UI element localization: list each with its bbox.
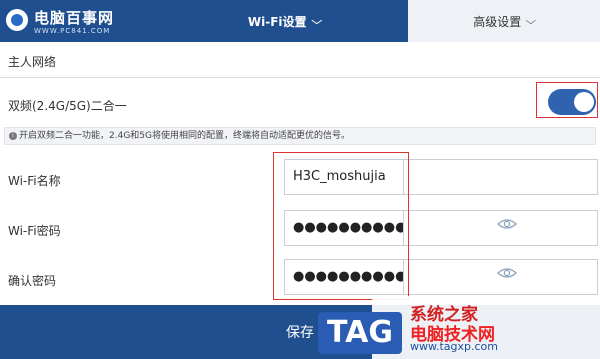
- logo-mark-icon: [6, 9, 28, 31]
- wifi-name-label: Wi-Fi名称: [8, 174, 61, 188]
- info-bar: i 开启双频二合一功能，2.4G和5G将使用相同的配置，终端将自动适配更优的信号…: [4, 127, 596, 145]
- logo-text: 电脑百事网: [34, 9, 115, 27]
- tab-advanced-settings[interactable]: 高级设置 ⌵: [408, 0, 600, 42]
- fields-highlight-frame: [273, 152, 409, 300]
- tab-advanced-settings-label: 高级设置: [473, 14, 522, 29]
- section-title: 主人网络: [8, 55, 57, 69]
- chevron-down-icon: ⌵: [311, 15, 322, 27]
- watermark-tag-logo: TAG: [318, 312, 402, 354]
- logo: 电脑百事网 WWW.PC841.COM: [0, 0, 160, 42]
- wifi-name-input-area[interactable]: [404, 159, 598, 195]
- info-text: 开启双频二合一功能，2.4G和5G将使用相同的配置，终端将自动适配更优的信号。: [19, 131, 350, 141]
- wifi-password-label: Wi-Fi密码: [8, 224, 61, 238]
- save-button-label: 保存: [286, 325, 314, 341]
- tab-wifi-settings[interactable]: Wi-Fi设置 ⌵: [160, 0, 408, 42]
- chevron-down-icon: ⌵: [525, 15, 537, 27]
- logo-url: WWW.PC841.COM: [34, 27, 111, 35]
- confirm-password-label: 确认密码: [8, 274, 57, 288]
- watermark-url: www.tagxp.com: [410, 340, 498, 353]
- dual-band-label: 双频(2.4G/5G)二合一: [8, 99, 127, 113]
- info-icon: i: [9, 132, 17, 140]
- tab-wifi-settings-label: Wi-Fi设置: [247, 14, 307, 29]
- divider: [0, 77, 600, 78]
- eye-icon[interactable]: [497, 267, 517, 279]
- toggle-knob: [574, 92, 594, 112]
- eye-icon[interactable]: [497, 218, 517, 230]
